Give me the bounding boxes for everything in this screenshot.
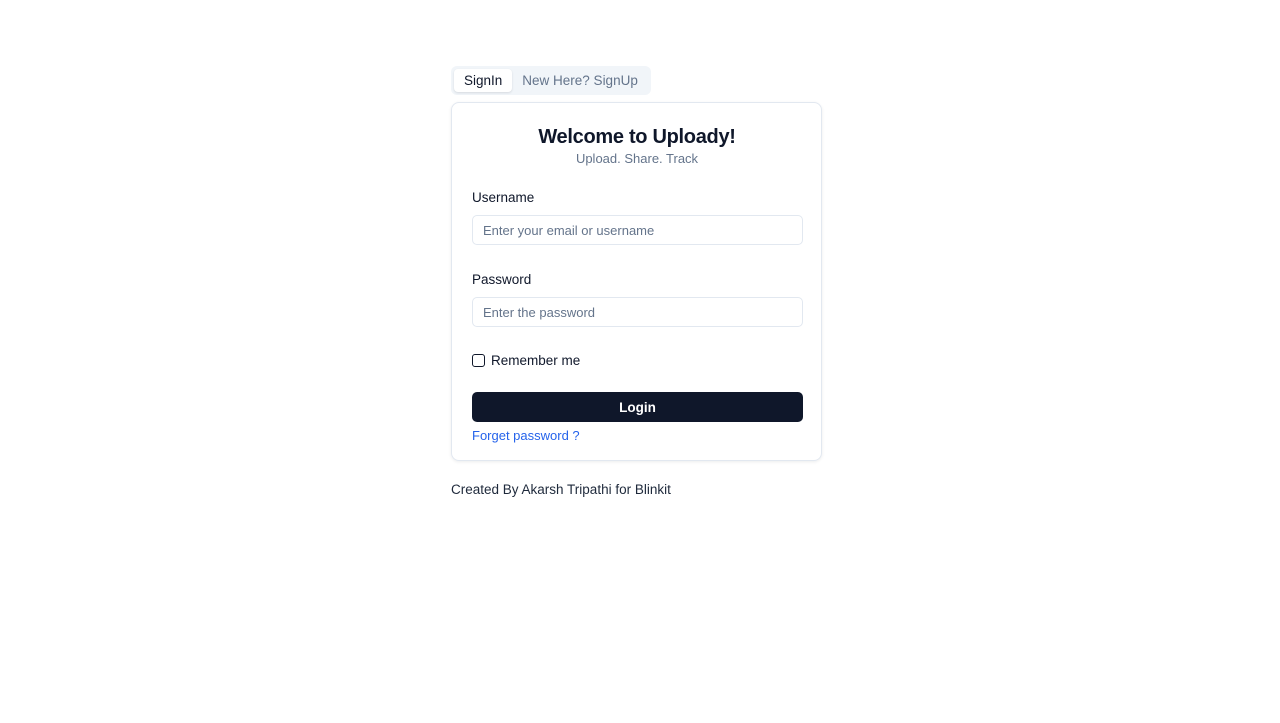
tab-signin[interactable]: SignIn bbox=[454, 69, 513, 92]
forget-password-link[interactable]: Forget password ? bbox=[472, 428, 580, 443]
login-button[interactable]: Login bbox=[472, 392, 803, 422]
remember-checkbox[interactable] bbox=[472, 353, 485, 367]
card-subtitle: Upload. Share. Track bbox=[575, 151, 699, 166]
remember-row: Remember me bbox=[472, 352, 802, 368]
login-container: SignIn New Here? SignUp Welcome to Uploa… bbox=[451, 66, 822, 497]
tab-signup[interactable]: New Here? SignUp bbox=[512, 69, 648, 92]
login-card: Welcome to Uploady! Upload. Share. Track… bbox=[451, 102, 822, 461]
username-label: Username bbox=[472, 190, 535, 205]
footer-credit: Created By Akarsh Tripathi for Blinkit bbox=[451, 482, 671, 497]
username-input[interactable] bbox=[472, 215, 803, 245]
password-label: Password bbox=[472, 272, 532, 287]
auth-tabs: SignIn New Here? SignUp bbox=[451, 66, 651, 95]
remember-label[interactable]: Remember me bbox=[491, 353, 580, 368]
password-input[interactable] bbox=[472, 297, 803, 327]
card-title: Welcome to Uploady! bbox=[538, 126, 736, 148]
